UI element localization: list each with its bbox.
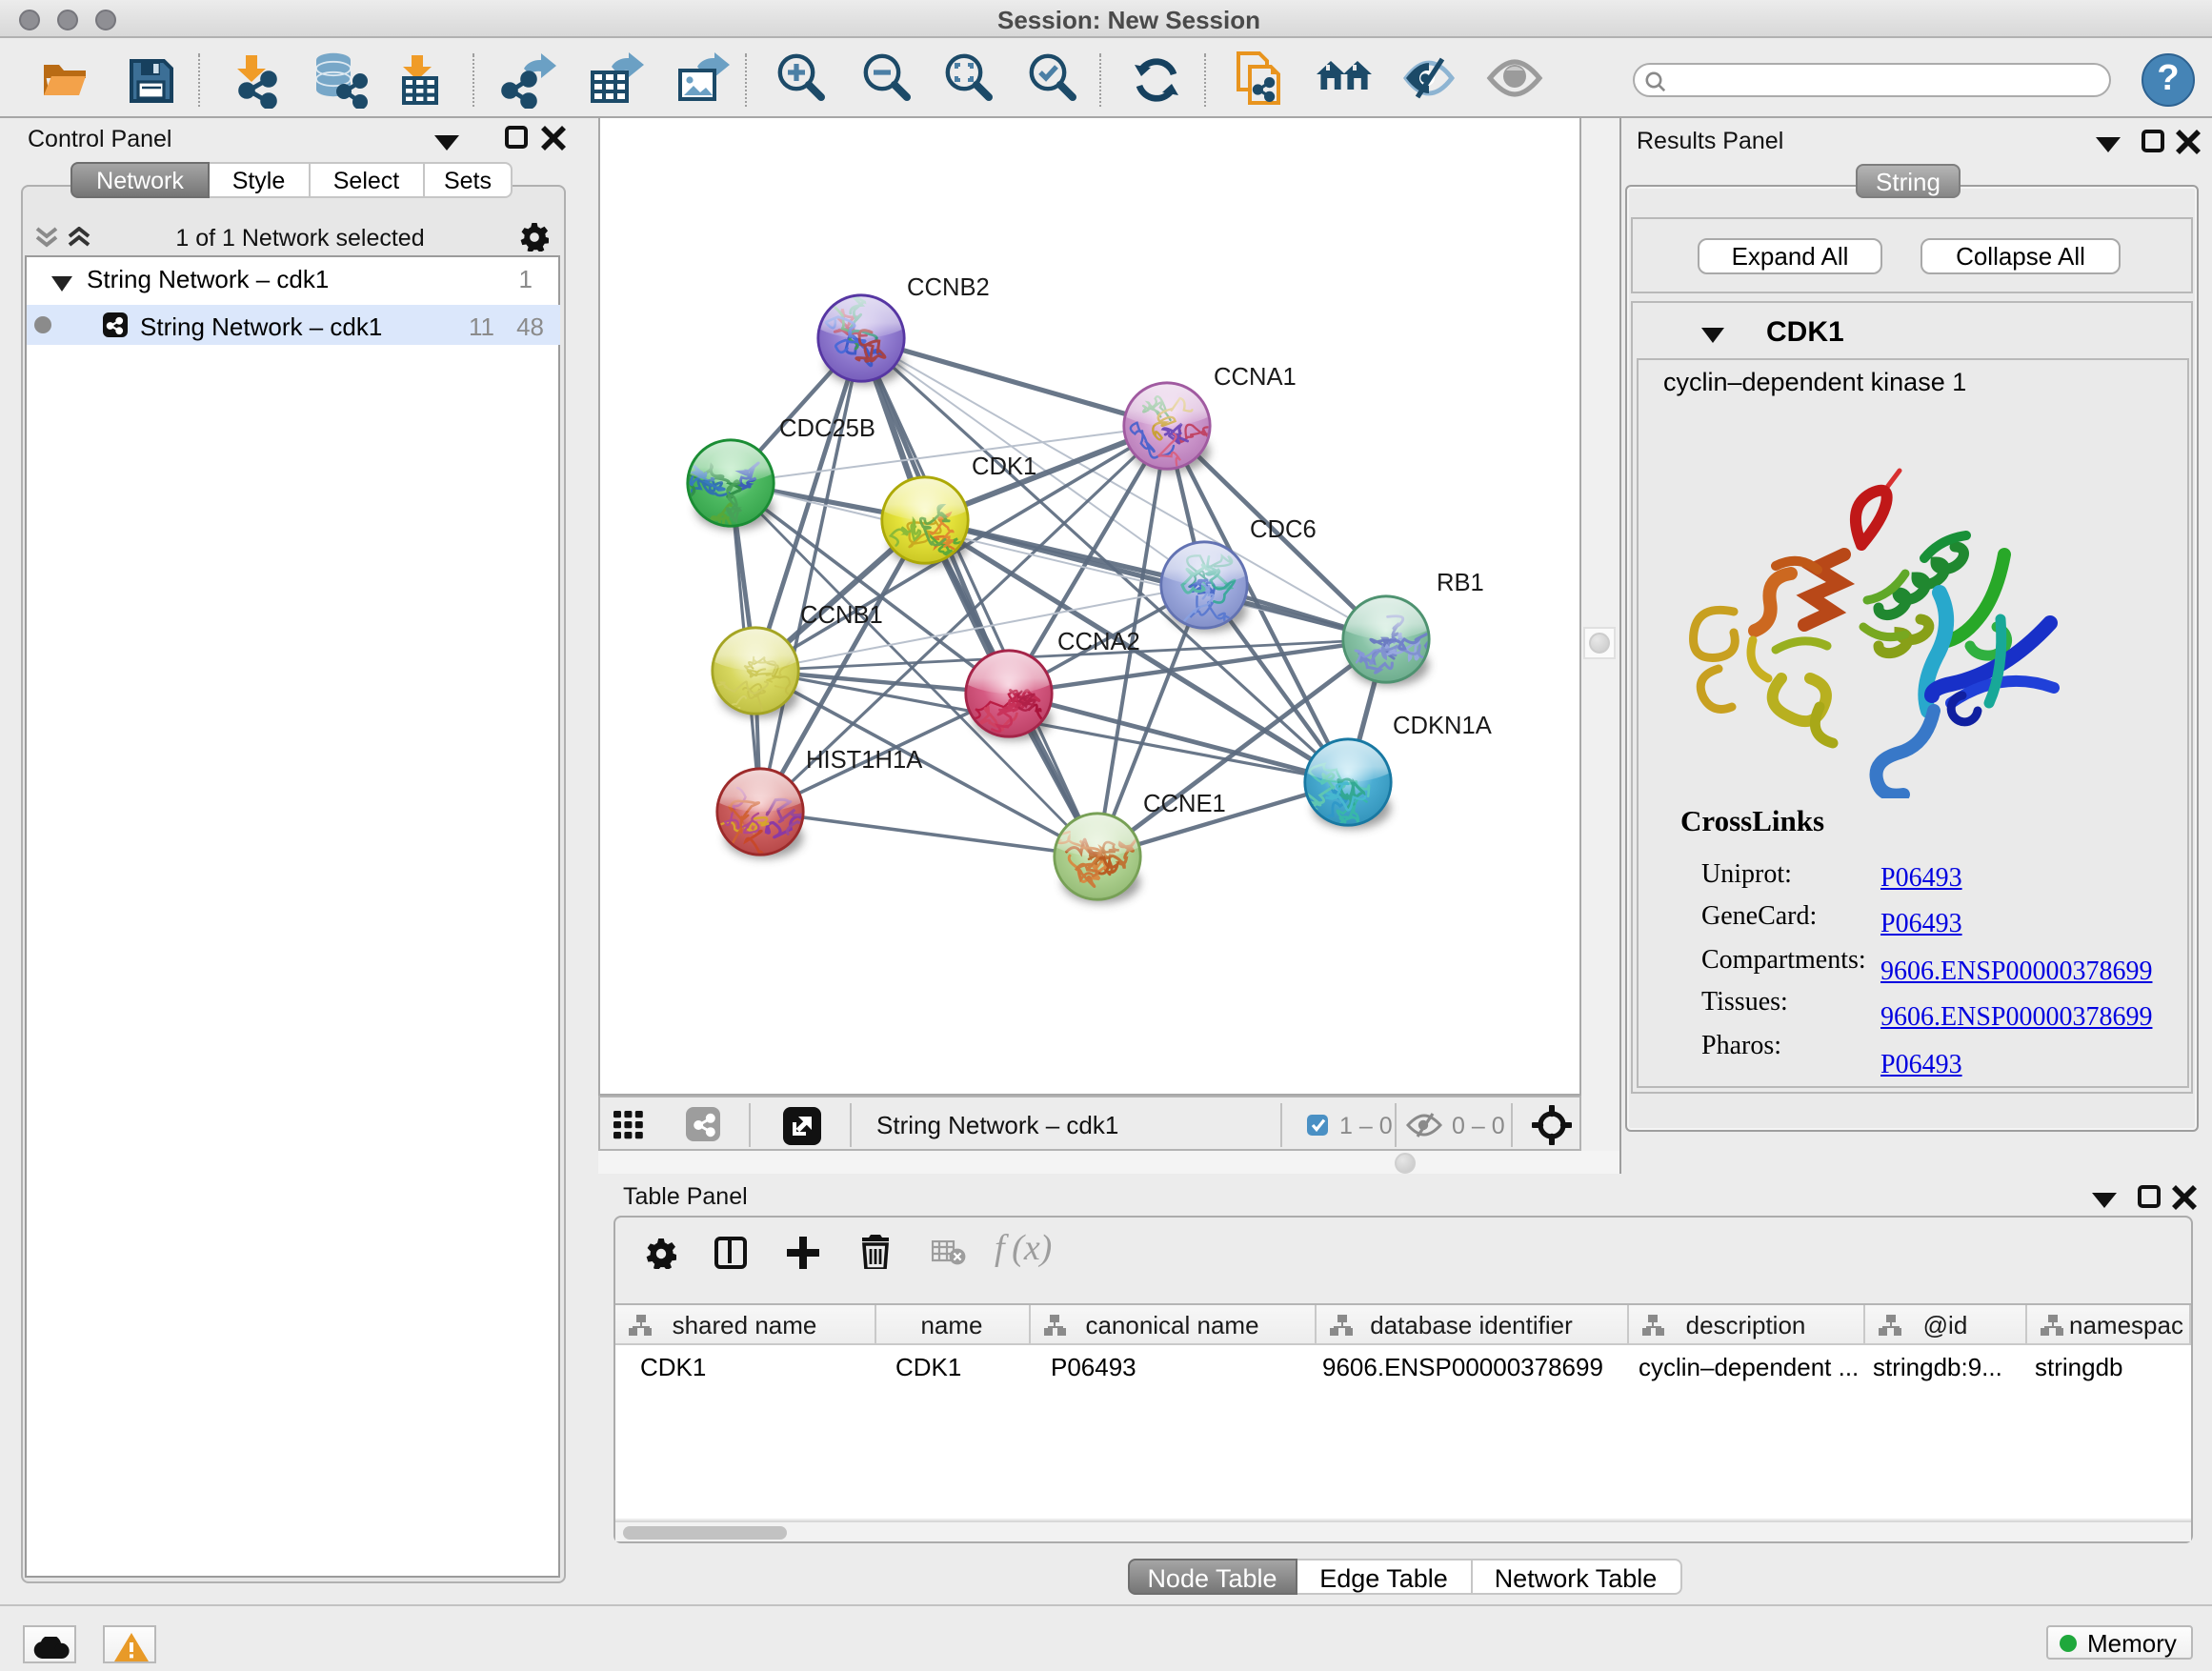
svg-text:CCNA2: CCNA2 <box>1057 629 1140 655</box>
svg-text:CDC25B: CDC25B <box>779 415 875 442</box>
svg-text:HIST1H1A: HIST1H1A <box>806 747 923 774</box>
svg-text:CDK1: CDK1 <box>972 453 1036 480</box>
svg-text:RB1: RB1 <box>1437 570 1484 596</box>
svg-text:CDKN1A: CDKN1A <box>1393 713 1493 739</box>
svg-text:CCNB2: CCNB2 <box>907 274 990 301</box>
svg-text:CDC6: CDC6 <box>1250 516 1317 543</box>
svg-text:CCNE1: CCNE1 <box>1143 791 1226 817</box>
svg-text:CCNA1: CCNA1 <box>1214 364 1297 391</box>
svg-text:CCNB1: CCNB1 <box>800 602 883 629</box>
